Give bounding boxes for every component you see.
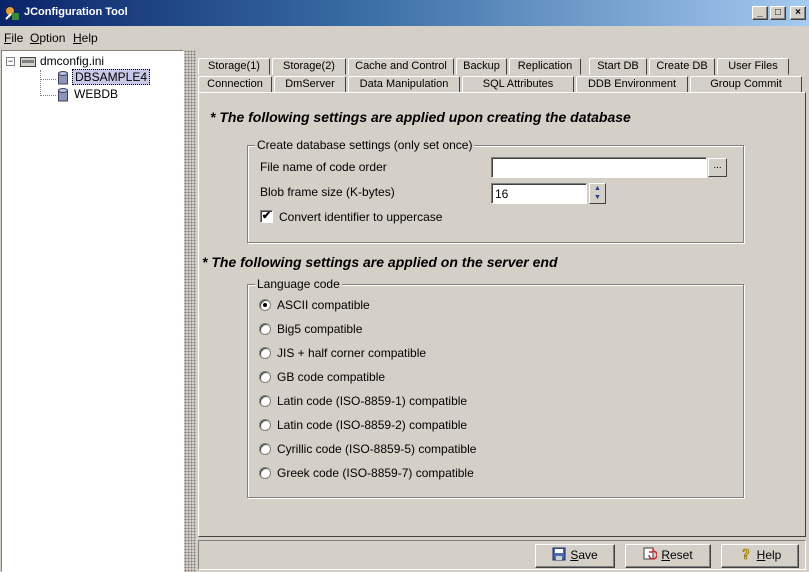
- tab-group-commit[interactable]: Group Commit: [690, 76, 802, 93]
- menu-bar: File Option Help: [0, 28, 809, 48]
- action-bar: Save Reset ? Help: [198, 540, 806, 570]
- create-db-panel: * The following settings are applied upo…: [198, 92, 806, 537]
- close-button[interactable]: ×: [790, 6, 806, 20]
- menu-help-label: elp: [81, 31, 98, 45]
- maximize-button[interactable]: □: [770, 6, 786, 20]
- reset-mnemonic: R: [661, 548, 670, 562]
- tree-item-label: WEBDB: [74, 87, 119, 101]
- language-option-label: JIS + half corner compatible: [277, 346, 427, 360]
- radio-button[interactable]: [259, 467, 271, 479]
- radio-button[interactable]: [259, 371, 271, 383]
- code-order-label: File name of code order: [260, 160, 387, 174]
- help-label: elp: [765, 548, 782, 562]
- config-tree[interactable]: − dmconfig.ini DBSAMPLE4 WEBDB: [1, 50, 184, 572]
- save-button[interactable]: Save: [535, 544, 615, 568]
- language-option-label: GB code compatible: [277, 370, 386, 384]
- save-icon: [552, 547, 566, 561]
- tree-connector: [40, 79, 56, 80]
- help-button[interactable]: ? Help: [721, 544, 799, 568]
- minimize-button[interactable]: _: [752, 6, 768, 20]
- tree-connector: [40, 70, 41, 96]
- blob-size-spinner[interactable]: ▲ ▼: [589, 183, 606, 204]
- create-settings-group-title: Create database settings (only set once): [255, 138, 475, 152]
- menu-help[interactable]: Help: [73, 31, 98, 45]
- tab-replication[interactable]: Replication: [509, 58, 581, 75]
- tab-dmserver[interactable]: DmServer: [274, 76, 346, 93]
- spin-down-icon[interactable]: ▼: [592, 193, 603, 202]
- browse-button[interactable]: ...: [708, 158, 727, 177]
- convert-uppercase-label: Convert identifier to uppercase: [279, 210, 443, 224]
- language-option-label: Big5 compatible: [277, 322, 363, 336]
- menu-option-label: ption: [39, 31, 66, 45]
- language-option-label: Greek code (ISO-8859-7) compatible: [277, 466, 474, 480]
- tab-data-manipulation[interactable]: Data Manipulation: [348, 76, 460, 93]
- help-question-icon: ?: [742, 548, 750, 561]
- database-icon: [58, 71, 68, 85]
- language-code-group: Language code ASCII compatible Big5 compa…: [247, 277, 744, 498]
- create-section-heading: * The following settings are applied upo…: [210, 109, 631, 125]
- save-label: ave: [578, 548, 598, 562]
- tree-connector: [40, 95, 56, 96]
- radio-button[interactable]: [259, 443, 271, 455]
- tab-ddb-environment[interactable]: DDB Environment: [576, 76, 688, 93]
- tab-cache-and-control[interactable]: Cache and Control: [348, 58, 454, 75]
- language-code-group-title: Language code: [255, 277, 342, 291]
- tab-user-files[interactable]: User Files: [717, 58, 789, 75]
- menu-option[interactable]: Option: [30, 31, 65, 45]
- convert-uppercase-checkbox[interactable]: ✔: [260, 210, 273, 223]
- radio-button[interactable]: [259, 419, 271, 431]
- language-option-label: ASCII compatible: [277, 298, 370, 312]
- tree-item-label: DBSAMPLE4: [72, 69, 151, 85]
- tab-storage-1[interactable]: Storage(1): [198, 58, 270, 75]
- radio-button[interactable]: [259, 299, 271, 311]
- language-option-label: Cyrillic code (ISO-8859-5) compatible: [277, 442, 477, 456]
- radio-button[interactable]: [259, 347, 271, 359]
- radio-button[interactable]: [259, 323, 271, 335]
- code-order-input[interactable]: [491, 157, 707, 178]
- tree-collapse-toggle[interactable]: −: [6, 57, 15, 66]
- tab-connection[interactable]: Connection: [198, 76, 272, 93]
- app-icon: [5, 7, 19, 20]
- tab-start-db[interactable]: Start DB: [589, 58, 647, 75]
- reset-icon: [643, 547, 658, 560]
- reset-label: eset: [669, 548, 693, 562]
- tab-storage-2[interactable]: Storage(2): [272, 58, 346, 75]
- checkmark-icon: ✔: [261, 210, 272, 222]
- blob-size-input[interactable]: [491, 183, 587, 204]
- spin-up-icon[interactable]: ▲: [592, 184, 603, 193]
- server-section-heading: * The following settings are applied on …: [202, 254, 558, 270]
- tree-item-label: dmconfig.ini: [40, 54, 105, 68]
- language-option-label: Latin code (ISO-8859-2) compatible: [277, 418, 468, 432]
- database-icon: [58, 88, 68, 102]
- splitter-handle[interactable]: [184, 50, 196, 572]
- file-icon: [20, 57, 36, 67]
- radio-button[interactable]: [259, 395, 271, 407]
- menu-help-mnemonic: H: [73, 31, 82, 45]
- title-bar[interactable]: JConfiguration Tool _ □ ×: [0, 0, 809, 26]
- tab-row-2: Connection DmServer Data Manipulation SQ…: [198, 76, 806, 93]
- tab-backup[interactable]: Backup: [456, 58, 507, 75]
- tab-create-db[interactable]: Create DB: [649, 58, 715, 75]
- svg-text:?: ?: [742, 548, 750, 561]
- menu-file[interactable]: File: [4, 31, 23, 45]
- tab-sql-attributes[interactable]: SQL Attributes: [462, 76, 574, 93]
- reset-button[interactable]: Reset: [625, 544, 711, 568]
- window-title: JConfiguration Tool: [24, 6, 128, 18]
- tab-row-1: Storage(1) Storage(2) Cache and Control …: [198, 58, 806, 75]
- menu-option-mnemonic: O: [30, 31, 40, 45]
- language-option-label: Latin code (ISO-8859-1) compatible: [277, 394, 468, 408]
- main-window: JConfiguration Tool _ □ × File Option He…: [0, 0, 809, 572]
- blob-size-label: Blob frame size (K-bytes): [260, 185, 395, 199]
- create-settings-group: Create database settings (only set once)…: [247, 138, 744, 243]
- menu-file-label: ile: [11, 31, 24, 45]
